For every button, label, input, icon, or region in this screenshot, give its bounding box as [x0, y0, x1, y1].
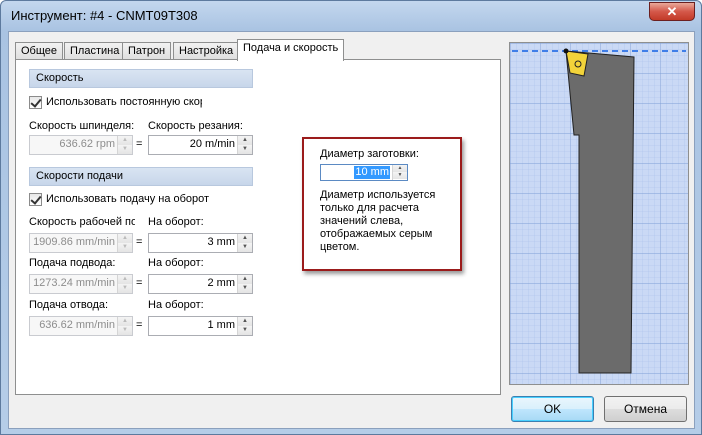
- spindle-speed-stepper: ▲ ▼: [117, 136, 132, 154]
- retract-feed-per-rev-label: На оборот:: [148, 299, 204, 311]
- speed-section-header: Скорость: [29, 69, 253, 88]
- workpiece-diameter-value: 10 mm: [354, 166, 390, 179]
- feed-speed-panel: Скорость Использовать постоянную скорост…: [15, 59, 501, 395]
- checkbox-checked-icon: [29, 95, 42, 109]
- tab-feed-and-speed[interactable]: Подача и скорость: [237, 39, 345, 61]
- cancel-button[interactable]: Отмена: [604, 396, 687, 422]
- approach-feed-value: 1273.24 mm/min: [33, 277, 115, 289]
- feed-per-rev-label: Использовать подачу на оборот: [46, 193, 210, 205]
- retract-feed-value: 636.62 mm/min: [39, 319, 115, 331]
- workpiece-diameter-box: Диаметр заготовки: 10 mm ▲ ▼ Диаметр испо…: [302, 137, 462, 271]
- constant-speed-checkbox[interactable]: Использовать постоянную скорость: [29, 94, 202, 110]
- equals-sign: =: [136, 319, 143, 331]
- retract-feed-field: 636.62 mm/min ▲ ▼: [29, 316, 133, 336]
- tab-general[interactable]: Общее: [15, 42, 64, 60]
- approach-feed-label: Подача подвода:: [29, 257, 116, 269]
- tab-insert[interactable]: Пластина: [64, 42, 126, 60]
- cutting-speed-value: 20 m/min: [189, 138, 235, 150]
- dialog-window: Инструмент: #4 - CNMT09T308 ✕ Общее Плас…: [0, 0, 702, 435]
- retract-feed-per-rev-stepper[interactable]: ▲ ▼: [237, 317, 252, 335]
- work-feed-per-rev-label: На оборот:: [148, 216, 204, 228]
- equals-sign: =: [136, 138, 143, 150]
- window-title: Инструмент: #4 - CNMT09T308: [11, 8, 198, 23]
- work-feed-stepper: ▲ ▼: [117, 234, 132, 252]
- ok-button[interactable]: OK: [511, 396, 594, 422]
- spindle-speed-value: 636.62 rpm: [59, 138, 115, 150]
- work-feed-per-rev-field[interactable]: 3 mm ▲ ▼: [148, 233, 253, 253]
- spindle-speed-label: Скорость шпинделя:: [29, 120, 135, 132]
- workpiece-diameter-field[interactable]: 10 mm ▲ ▼: [320, 164, 408, 181]
- workpiece-diameter-note: Диаметр используется только для расчета …: [320, 189, 436, 253]
- approach-feed-per-rev-label: На оборот:: [148, 257, 204, 269]
- approach-feed-per-rev-value: 2 mm: [207, 277, 236, 289]
- title-bar[interactable]: Инструмент: #4 - CNMT09T308 ✕: [1, 1, 701, 31]
- work-feed-label: Скорость рабочей подачи:: [29, 216, 135, 228]
- retract-feed-stepper: ▲ ▼: [117, 317, 132, 335]
- approach-feed-per-rev-stepper[interactable]: ▲ ▼: [237, 275, 252, 293]
- feed-per-rev-checkbox[interactable]: Использовать подачу на оборот: [29, 191, 239, 207]
- work-feed-value: 1909.86 mm/min: [33, 236, 115, 248]
- workpiece-diameter-label: Диаметр заготовки:: [320, 148, 419, 160]
- equals-sign: =: [136, 236, 143, 248]
- work-feed-per-rev-value: 3 mm: [207, 236, 236, 248]
- cutting-speed-label: Скорость резания:: [148, 120, 243, 132]
- tool-preview: [509, 42, 689, 385]
- retract-feed-label: Подача отвода:: [29, 299, 109, 311]
- retract-feed-per-rev-value: 1 mm: [207, 319, 236, 331]
- cutting-speed-field[interactable]: 20 m/min ▲ ▼: [148, 135, 253, 155]
- dialog-client-area: Общее Пластина Патрон Настройка Подача и…: [8, 31, 695, 429]
- feed-section-header: Скорости подачи: [29, 167, 253, 186]
- approach-feed-field: 1273.24 mm/min ▲ ▼: [29, 274, 133, 294]
- cutting-speed-stepper[interactable]: ▲ ▼: [237, 136, 252, 154]
- work-feed-per-rev-stepper[interactable]: ▲ ▼: [237, 234, 252, 252]
- approach-feed-stepper: ▲ ▼: [117, 275, 132, 293]
- close-button[interactable]: ✕: [649, 2, 695, 21]
- constant-speed-label: Использовать постоянную скорость: [46, 96, 202, 108]
- tool-tip-point: [563, 48, 569, 54]
- retract-feed-per-rev-field[interactable]: 1 mm ▲ ▼: [148, 316, 253, 336]
- equals-sign: =: [136, 277, 143, 289]
- tab-setup[interactable]: Настройка: [173, 42, 240, 60]
- workpiece-diameter-stepper[interactable]: ▲ ▼: [392, 165, 407, 180]
- approach-feed-per-rev-field[interactable]: 2 mm ▲ ▼: [148, 274, 253, 294]
- tool-preview-canvas: [510, 43, 688, 384]
- work-feed-field: 1909.86 mm/min ▲ ▼: [29, 233, 133, 253]
- checkbox-checked-icon: [29, 192, 42, 206]
- spindle-speed-field: 636.62 rpm ▲ ▼: [29, 135, 133, 155]
- tab-holder[interactable]: Патрон: [122, 42, 172, 60]
